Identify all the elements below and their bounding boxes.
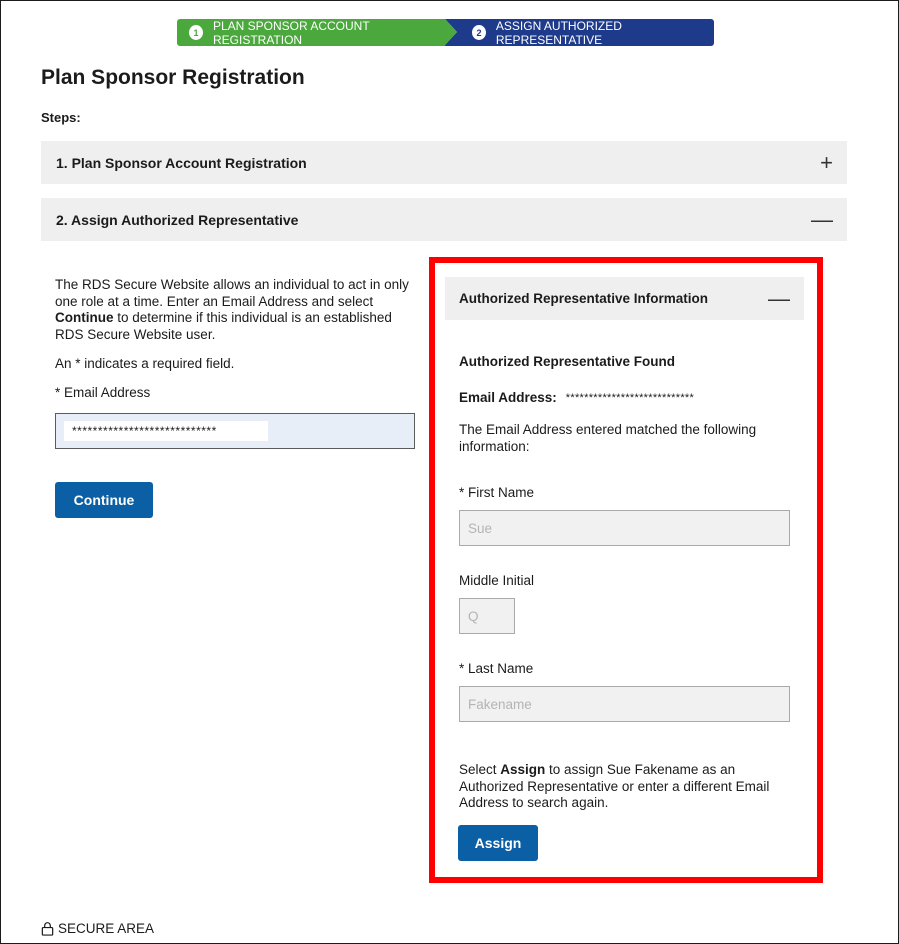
- page-title: Plan Sponsor Registration: [41, 66, 305, 89]
- email-label: * Email Address: [55, 384, 151, 400]
- step-2-label: ASSIGN AUTHORIZED REPRESENTATIVE: [495, 18, 622, 47]
- step-2[interactable]: 2 ASSIGN AUTHORIZED REPRESENTATIVE: [445, 18, 714, 47]
- matched-text: The Email Address entered matched the fo…: [459, 422, 757, 454]
- steps-label: Steps:: [41, 110, 81, 125]
- continue-button[interactable]: Continue: [55, 482, 153, 518]
- progress-stepper: 1 PLAN SPONSOR ACCOUNT REGISTRATION 2 AS…: [177, 18, 714, 47]
- required-note: An * indicates a required field.: [55, 356, 235, 371]
- step-2-number: 2: [472, 25, 486, 40]
- accordion-step-2-label: 2. Assign Authorized Representative: [56, 211, 299, 228]
- authorized-rep-panel-header[interactable]: Authorized Representative Information —: [445, 277, 804, 320]
- found-heading: Authorized Representative Found: [459, 354, 676, 369]
- email-lookup-section: The RDS Secure Website allows an individ…: [55, 277, 415, 401]
- plus-icon[interactable]: +: [820, 151, 833, 174]
- accordion-step-1-label: 1. Plan Sponsor Account Registration: [56, 154, 307, 171]
- minus-icon[interactable]: —: [768, 287, 790, 310]
- assign-button[interactable]: Assign: [458, 825, 538, 861]
- secure-area: SECURE AREA: [40, 921, 154, 936]
- intro-text: The RDS Secure Website allows an individ…: [55, 277, 409, 342]
- secure-area-label: SECURE AREA: [58, 921, 155, 936]
- first-name-field[interactable]: Sue: [459, 510, 790, 546]
- lock-icon: [41, 922, 54, 936]
- email-input-value: ****************************: [64, 421, 268, 441]
- first-name-label: * First Name: [459, 485, 535, 500]
- middle-initial-label: Middle Initial: [459, 573, 535, 588]
- last-name-label: * Last Name: [459, 661, 534, 676]
- email-input[interactable]: ****************************: [55, 413, 415, 449]
- last-name-field[interactable]: Fakename: [459, 686, 790, 722]
- accordion-step-2[interactable]: 2. Assign Authorized Representative —: [41, 198, 847, 241]
- middle-initial-field[interactable]: Q: [459, 598, 515, 634]
- assign-instructions: Select Assign to assign Sue Fakename as …: [459, 762, 770, 810]
- found-email-label: Email Address:: [459, 390, 557, 405]
- panel-title: Authorized Representative Information: [459, 291, 709, 306]
- step-1-label: PLAN SPONSOR ACCOUNT REGISTRATION: [212, 18, 370, 47]
- found-email-row: Email Address: *************************…: [459, 390, 694, 407]
- step-1[interactable]: 1 PLAN SPONSOR ACCOUNT REGISTRATION: [177, 18, 457, 47]
- found-email-value: ****************************: [565, 392, 695, 404]
- step-1-number: 1: [189, 25, 203, 40]
- minus-icon[interactable]: —: [811, 208, 833, 231]
- accordion-step-1[interactable]: 1. Plan Sponsor Account Registration +: [41, 141, 847, 184]
